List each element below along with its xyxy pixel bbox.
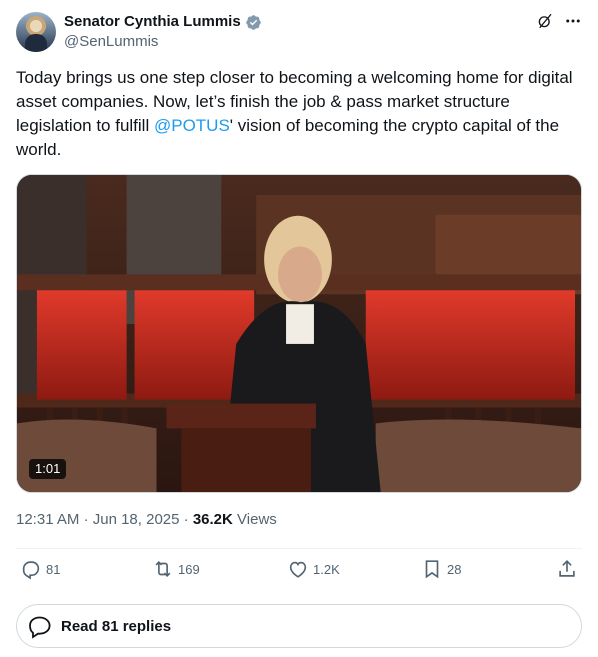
meta-separator: · — [83, 511, 89, 528]
divider — [16, 548, 582, 549]
avatar[interactable] — [16, 12, 56, 52]
grok-icon[interactable] — [536, 12, 554, 30]
meta-separator: · — [183, 511, 189, 528]
reply-button[interactable]: 81 — [20, 558, 60, 580]
author-handle[interactable]: @SenLummis — [64, 32, 158, 52]
read-replies-button[interactable]: Read 81 replies — [16, 604, 582, 648]
tweet-time[interactable]: 12:31 AM — [16, 511, 79, 528]
bookmark-icon — [421, 558, 443, 580]
retweet-icon — [152, 558, 174, 580]
like-button[interactable]: 1.2K — [287, 558, 340, 580]
video-player[interactable]: 1:01 — [16, 174, 582, 493]
action-bar: 81 169 1.2K 28 — [16, 558, 582, 586]
video-duration: 1:01 — [29, 459, 67, 479]
like-count: 1.2K — [313, 561, 340, 577]
tweet-date[interactable]: Jun 18, 2025 — [93, 511, 180, 528]
speech-bubble-icon — [27, 613, 53, 639]
like-icon — [287, 558, 309, 580]
mention-link[interactable]: @POTUS — [154, 116, 230, 135]
tweet-text: Today brings us one step closer to becom… — [16, 66, 582, 162]
author-display-name[interactable]: Senator Cynthia Lummis — [64, 12, 241, 32]
views-label: Views — [237, 511, 277, 528]
video-thumbnail — [17, 175, 581, 492]
repost-button[interactable]: 169 — [152, 558, 200, 580]
top-actions — [536, 12, 582, 30]
share-button[interactable] — [556, 558, 578, 580]
tweet: Senator Cynthia Lummis @SenLummis Today … — [0, 0, 598, 657]
share-icon — [556, 558, 578, 580]
views-count: 36.2K — [192, 511, 233, 528]
reply-icon — [20, 558, 42, 580]
repost-count: 169 — [178, 561, 200, 577]
bookmark-count: 28 — [447, 561, 462, 577]
reply-count: 81 — [46, 561, 61, 577]
read-replies-label: Read 81 replies — [61, 617, 172, 635]
more-icon[interactable] — [564, 12, 582, 30]
verified-badge-icon[interactable] — [245, 14, 262, 31]
bookmark-button[interactable]: 28 — [421, 558, 461, 580]
author-name-row: Senator Cynthia Lummis — [64, 12, 262, 32]
tweet-meta: 12:31 AM · Jun 18, 2025 · 36.2K Views — [16, 510, 277, 530]
